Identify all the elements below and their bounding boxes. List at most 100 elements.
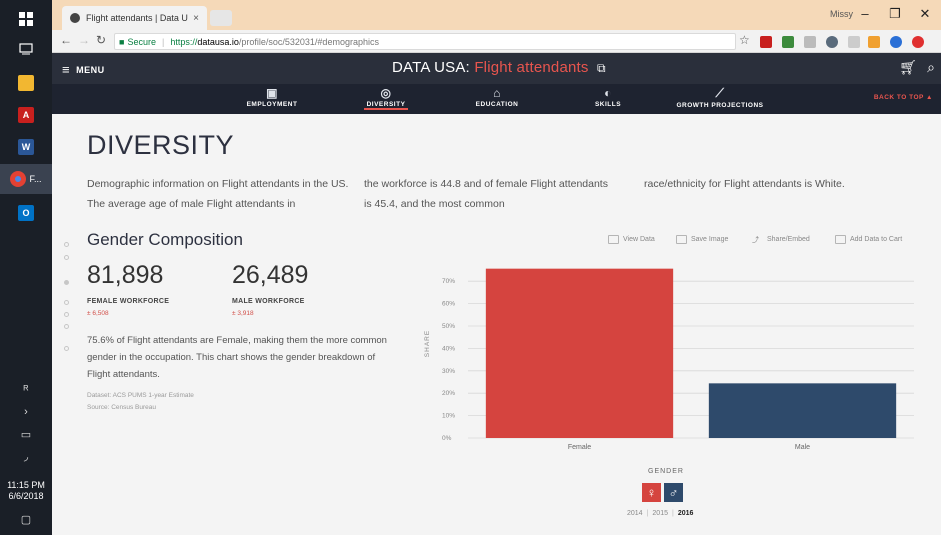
add-to-cart-button[interactable]: Add Data to Cart <box>835 235 902 244</box>
page-content: DIVERSITY Demographic information on Fli… <box>52 114 941 535</box>
briefcase-icon: ▣ <box>266 86 278 100</box>
profile-title: Flight attendants <box>474 59 589 76</box>
nav-skills[interactable]: ◐ SKILLS <box>558 86 658 108</box>
male-workforce-label: MALE WORKFORCE <box>232 298 305 305</box>
rail-dot[interactable] <box>64 300 69 305</box>
nav-employment[interactable]: ▣ EMPLOYMENT <box>222 86 322 108</box>
gender-heading: Gender Composition <box>87 230 243 249</box>
y-tick-label: 0% <box>442 435 452 442</box>
rail-dot[interactable] <box>64 255 69 260</box>
url-scheme: https:// <box>170 36 198 47</box>
datausa-favicon-icon <box>70 13 80 23</box>
word-icon[interactable]: W <box>0 132 52 162</box>
tab-strip: Flight attendants | Data U × Missy – ❐ ✕ <box>52 0 941 30</box>
acrobat-icon[interactable]: A <box>0 100 52 130</box>
rail-dot-active[interactable] <box>64 280 69 285</box>
image-icon <box>676 235 687 244</box>
bookmark-star-icon[interactable]: ☆ <box>739 33 750 47</box>
restore-button[interactable]: ❐ <box>880 6 910 22</box>
task-view-icon[interactable] <box>0 34 52 64</box>
extension-avatar-icon[interactable] <box>826 36 838 48</box>
tab-close-icon[interactable]: × <box>193 13 199 24</box>
share-embed-button[interactable]: ⤴ Share/Embed <box>752 235 810 244</box>
y-tick-label: 50% <box>442 323 455 330</box>
rail-dot[interactable] <box>64 324 69 329</box>
cart-add-icon <box>835 235 846 244</box>
url-input[interactable]: ■ Secure | https:// datausa.io /profile/… <box>114 33 736 50</box>
nav-growth-projections[interactable]: ⟋ GROWTH PROJECTIONS <box>670 86 770 109</box>
reload-icon[interactable]: ↻ <box>96 33 106 47</box>
url-host: datausa.io <box>197 36 239 47</box>
close-window-button[interactable]: ✕ <box>910 6 940 22</box>
browser-chrome: Flight attendants | Data U × Missy – ❐ ✕… <box>52 0 941 53</box>
y-tick-label: 60% <box>442 301 455 308</box>
taskbar-clock[interactable]: 11:15 PM 6/6/2018 <box>0 480 52 502</box>
bar-male[interactable] <box>708 383 897 438</box>
minimize-button[interactable]: – <box>850 6 880 21</box>
extension-gray-icon[interactable] <box>804 36 816 48</box>
extension-green-icon[interactable] <box>782 36 794 48</box>
x-tick-label: Female <box>568 444 591 451</box>
browser-tab[interactable]: Flight attendants | Data U × <box>62 6 207 30</box>
year-2016[interactable]: 2016 <box>678 510 694 517</box>
section-heading: DIVERSITY <box>87 130 235 160</box>
male-workforce-value: 26,489 <box>232 261 309 289</box>
people-icon[interactable]: ᴿ <box>0 384 52 396</box>
search-icon[interactable]: ⌕ <box>927 59 935 76</box>
bookmark-profile-icon[interactable]: ⧉ <box>597 61 606 75</box>
bar-female[interactable] <box>485 268 674 438</box>
y-tick-label: 10% <box>442 413 455 420</box>
share-icon: ⤴ <box>752 237 759 244</box>
site-brand[interactable]: DATA USA: Flight attendants ⧉ <box>392 59 606 76</box>
nav-diversity[interactable]: ◎ DIVERSITY <box>336 86 436 110</box>
rail-dot[interactable] <box>64 312 69 317</box>
extension-blue-icon[interactable] <box>890 36 902 48</box>
dataset-note[interactable]: Dataset: ACS PUMS 1-year Estimate <box>87 392 194 399</box>
hamburger-icon: ≡ <box>62 62 71 77</box>
extension-orange-icon[interactable] <box>868 36 880 48</box>
line-chart-icon: ⟋ <box>715 86 725 100</box>
acrobat-extension-icon[interactable] <box>760 36 772 48</box>
female-workforce-label: FEMALE WORKFORCE <box>87 298 170 305</box>
female-symbol-icon[interactable]: ♀ <box>642 483 661 502</box>
nav-label: EDUCATION <box>475 101 519 108</box>
tool-label: Share/Embed <box>767 236 810 243</box>
outlook-icon[interactable]: O <box>0 198 52 228</box>
url-path: /profile/soc/532031/#demographics <box>238 36 379 47</box>
rail-dot[interactable] <box>64 242 69 247</box>
y-tick-label: 30% <box>442 368 455 375</box>
source-note[interactable]: Source: Census Bureau <box>87 404 156 411</box>
action-center-icon[interactable]: ▢ <box>0 513 52 526</box>
year-2015[interactable]: 2015 <box>652 510 668 517</box>
save-image-button[interactable]: Save Image <box>676 235 728 244</box>
battery-icon[interactable]: ▭ <box>0 428 52 441</box>
forward-arrow-icon[interactable]: → <box>78 33 90 47</box>
back-arrow-icon[interactable]: ← <box>60 33 72 47</box>
y-axis-label: SHARE <box>424 329 432 358</box>
chrome-taskbar-icon[interactable]: F... <box>0 164 52 194</box>
wifi-icon[interactable]: ◞ <box>0 450 52 463</box>
nav-education[interactable]: ⌂ EDUCATION <box>447 86 547 108</box>
cart-icon[interactable]: 🛒︎ <box>899 59 917 76</box>
rail-dot[interactable] <box>64 346 69 351</box>
extension-puzzle-icon[interactable] <box>848 36 860 48</box>
intro-text-col3: race/ethnicity for Flight attendants is … <box>644 178 845 190</box>
chevron-up-icon[interactable]: › <box>0 406 52 418</box>
male-symbol-icon[interactable]: ♂ <box>664 483 683 502</box>
new-tab-button[interactable] <box>210 10 232 26</box>
lock-icon: ■ <box>119 36 125 47</box>
view-data-button[interactable]: View Data <box>608 235 655 244</box>
url-divider: | <box>161 36 165 47</box>
clock-date: 6/6/2018 <box>8 491 44 501</box>
globe-icon: ◎ <box>380 86 392 100</box>
gender-legend: ♀ ♂ <box>642 483 683 502</box>
back-to-top-link[interactable]: BACK TO TOP ▲ <box>874 94 933 101</box>
windows-start-icon[interactable] <box>0 4 52 34</box>
year-separator: | <box>646 510 649 517</box>
nav-label: EMPLOYMENT <box>246 101 298 108</box>
opera-icon[interactable] <box>912 36 924 48</box>
windows-taskbar: A W F... O ᴿ › ▭ ◞ 11:15 PM 6/6/2018 ▢ <box>0 0 52 535</box>
year-2014[interactable]: 2014 <box>627 510 643 517</box>
menu-button[interactable]: ≡ MENU <box>62 62 105 77</box>
file-explorer-icon[interactable] <box>0 68 52 98</box>
